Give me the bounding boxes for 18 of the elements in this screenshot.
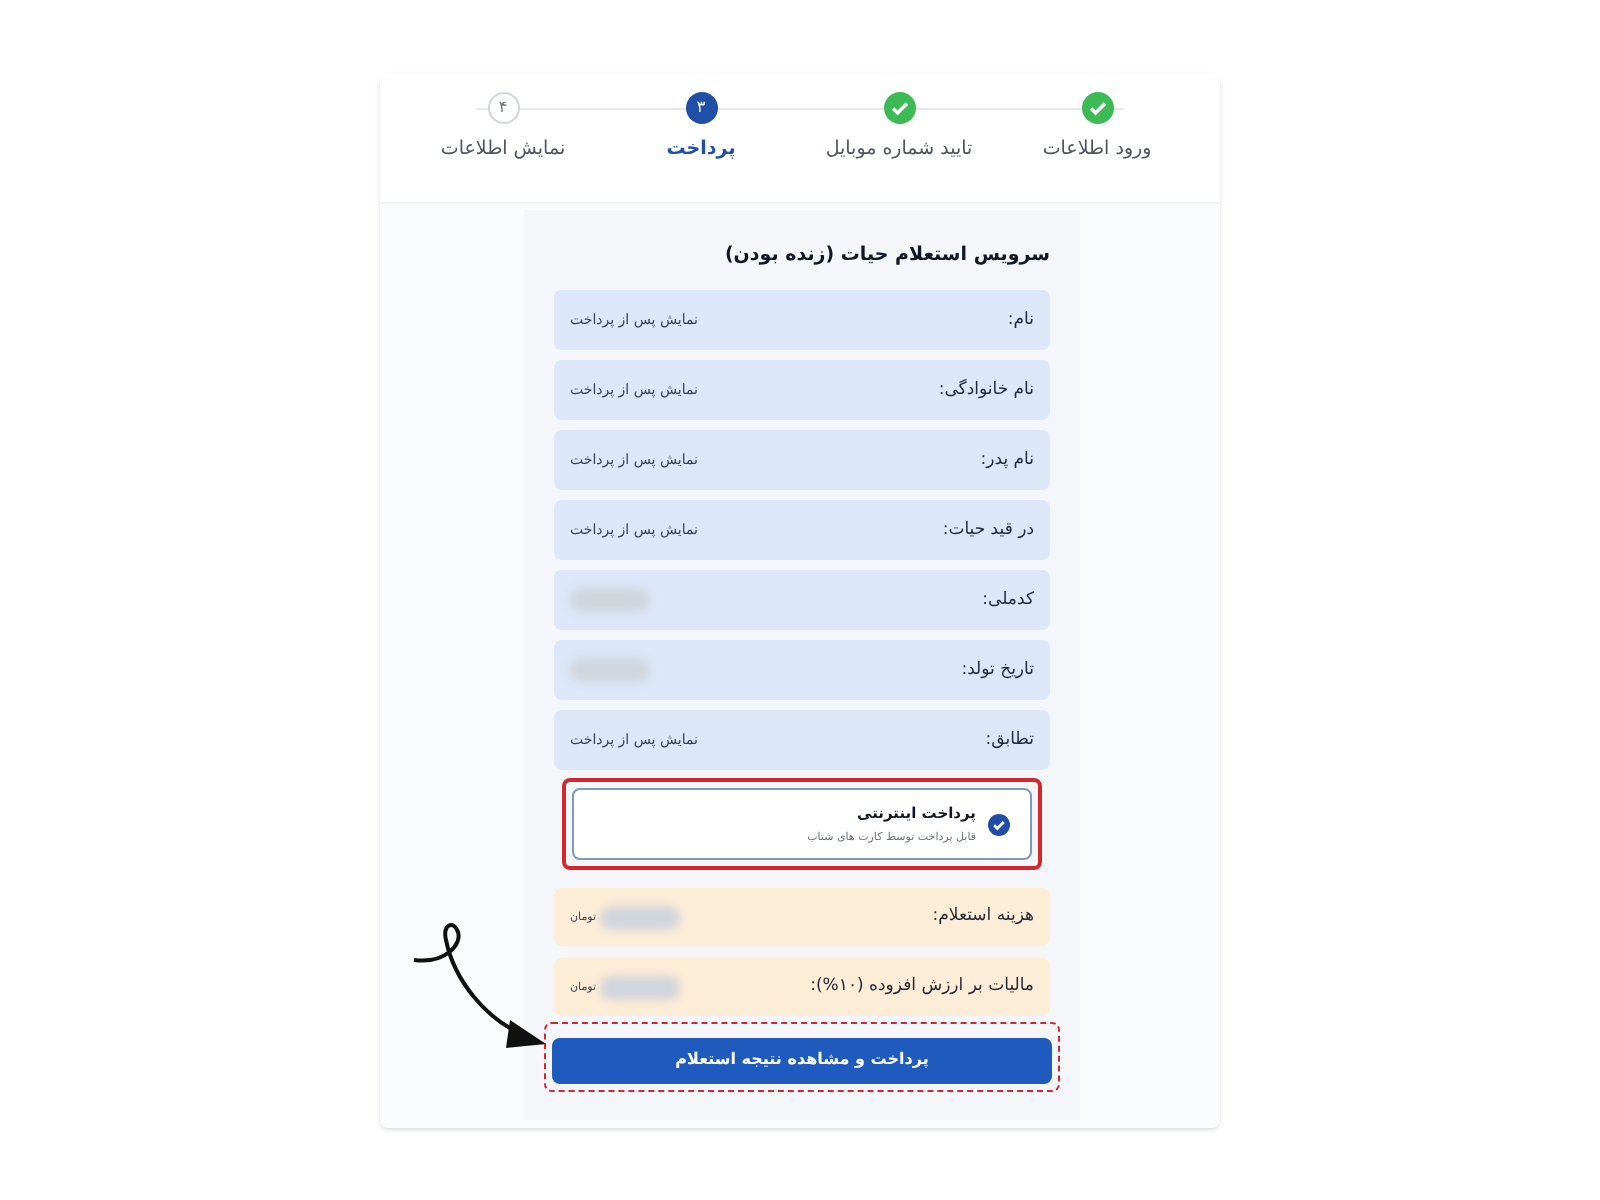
step-label: نمایش اطلاعات [440, 136, 566, 164]
cost-label: هزینه استعلام: [932, 904, 1034, 931]
step-label: تایید شماره موبایل [825, 136, 973, 164]
cost-label: مالیات بر ارزش افزوده (۱۰%): [810, 974, 1034, 1001]
field-label: تطابق: [985, 727, 1034, 754]
field-label: نام پدر: [980, 447, 1034, 474]
field-label: نام: [1007, 307, 1034, 334]
pay-button[interactable]: پرداخت و مشاهده نتیجه استعلام [552, 1037, 1052, 1084]
step-number: ۴ [487, 92, 519, 124]
step-label: پرداخت [666, 136, 736, 164]
check-circle-icon [988, 813, 1010, 836]
field-label: در قید حیات: [942, 517, 1034, 544]
field-label: کدملی: [982, 587, 1034, 614]
field-label: نام خانوادگی: [938, 377, 1034, 404]
step-number: ۳ [685, 92, 717, 124]
field-label: تاریخ تولد: [961, 657, 1034, 684]
step-label: ورود اطلاعات [1042, 136, 1152, 164]
service-title: سرویس استعلام حیات (زنده بودن) [722, 242, 1050, 270]
